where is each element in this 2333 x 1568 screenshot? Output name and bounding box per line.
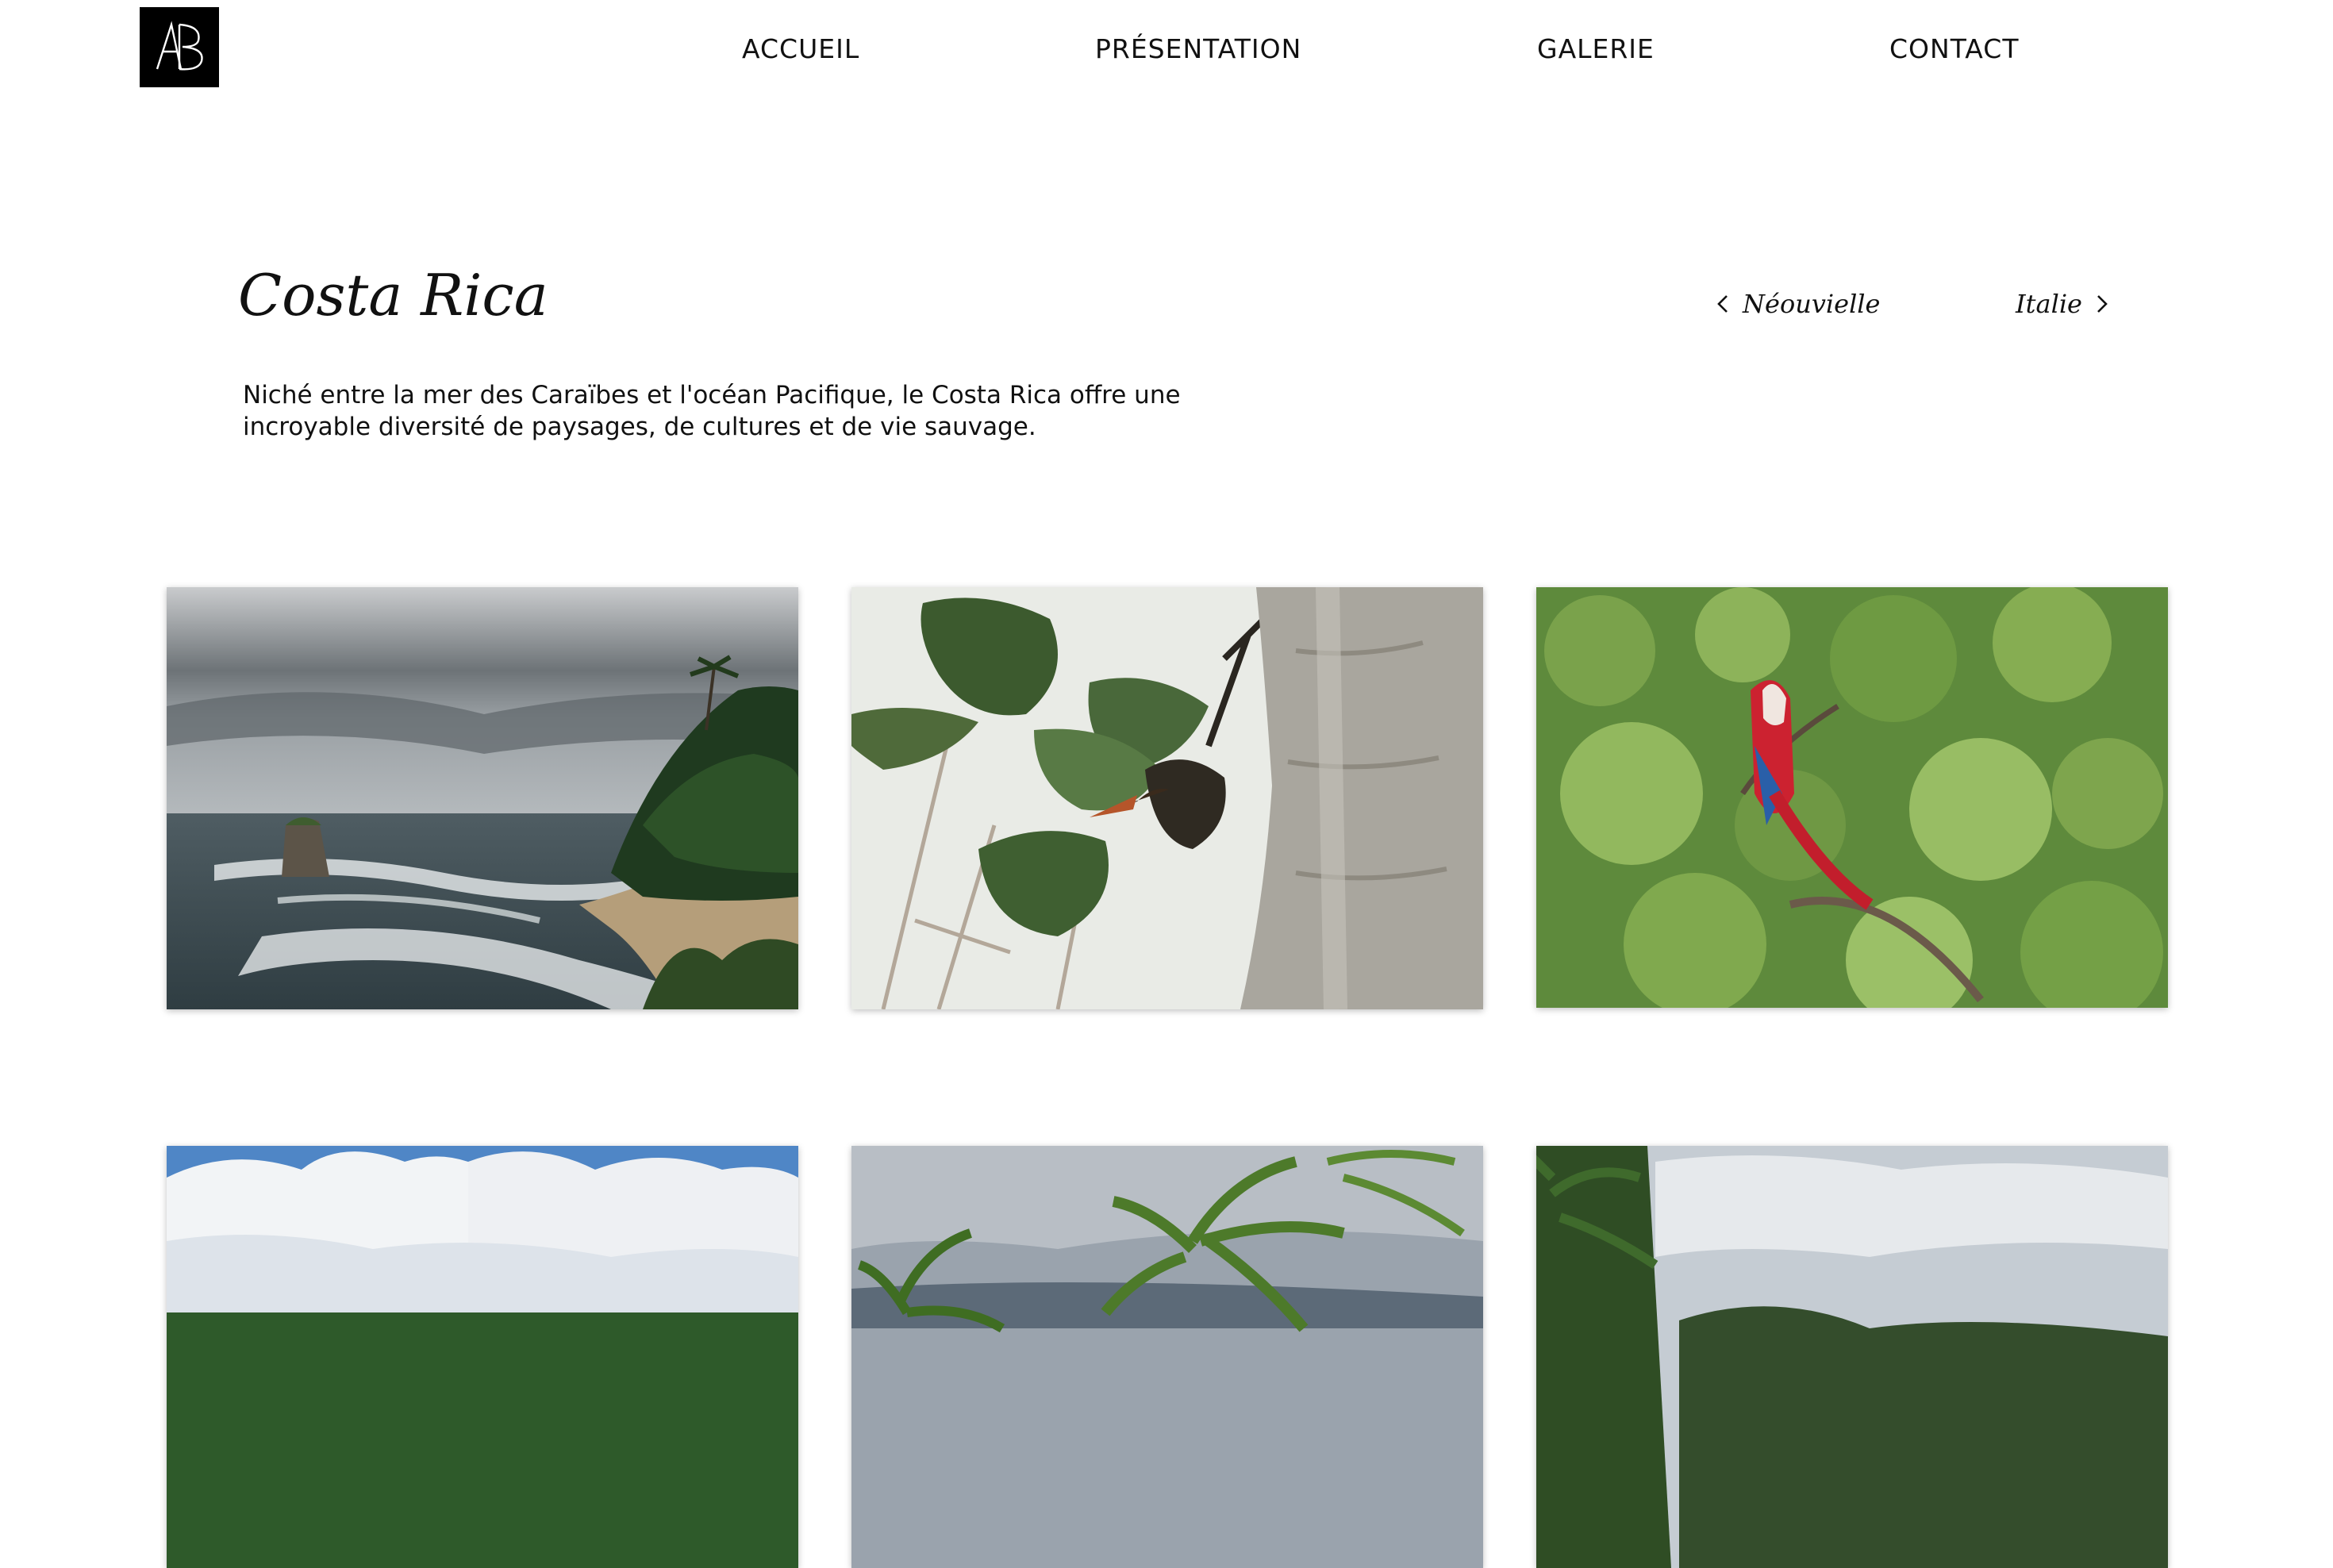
gallery-photo-jungle-clouds[interactable]: [1536, 1146, 2168, 1568]
gallery-photo-macaw[interactable]: [1536, 587, 2168, 1008]
nav-accueil[interactable]: ACCUEIL: [742, 33, 859, 64]
next-album-link[interactable]: Italie: [2016, 289, 2111, 319]
nav-galerie[interactable]: GALERIE: [1537, 33, 1655, 64]
next-album-label: Italie: [2016, 289, 2082, 319]
chevron-left-icon: [1714, 292, 1731, 316]
page-title: Costa Rica: [238, 262, 548, 329]
gallery-photo-toucan[interactable]: [851, 587, 1483, 1009]
nav-contact[interactable]: CONTACT: [1889, 33, 2020, 64]
previous-album-label: Néouvielle: [1743, 289, 1881, 319]
nav-presentation[interactable]: PRÉSENTATION: [1095, 33, 1301, 64]
gallery-photo-palm-shoreline[interactable]: [167, 1146, 798, 1568]
gallery-photo-stormy-coast[interactable]: [167, 587, 798, 1009]
logo[interactable]: [140, 7, 219, 87]
chevron-right-icon: [2093, 292, 2111, 316]
ab-monogram-logo-icon: [140, 7, 219, 87]
previous-album-link[interactable]: Néouvielle: [1714, 289, 1880, 319]
page-description: Niché entre la mer des Caraïbes et l'océ…: [243, 381, 1181, 441]
gallery-photo-palm-fronds[interactable]: [851, 1146, 1483, 1568]
